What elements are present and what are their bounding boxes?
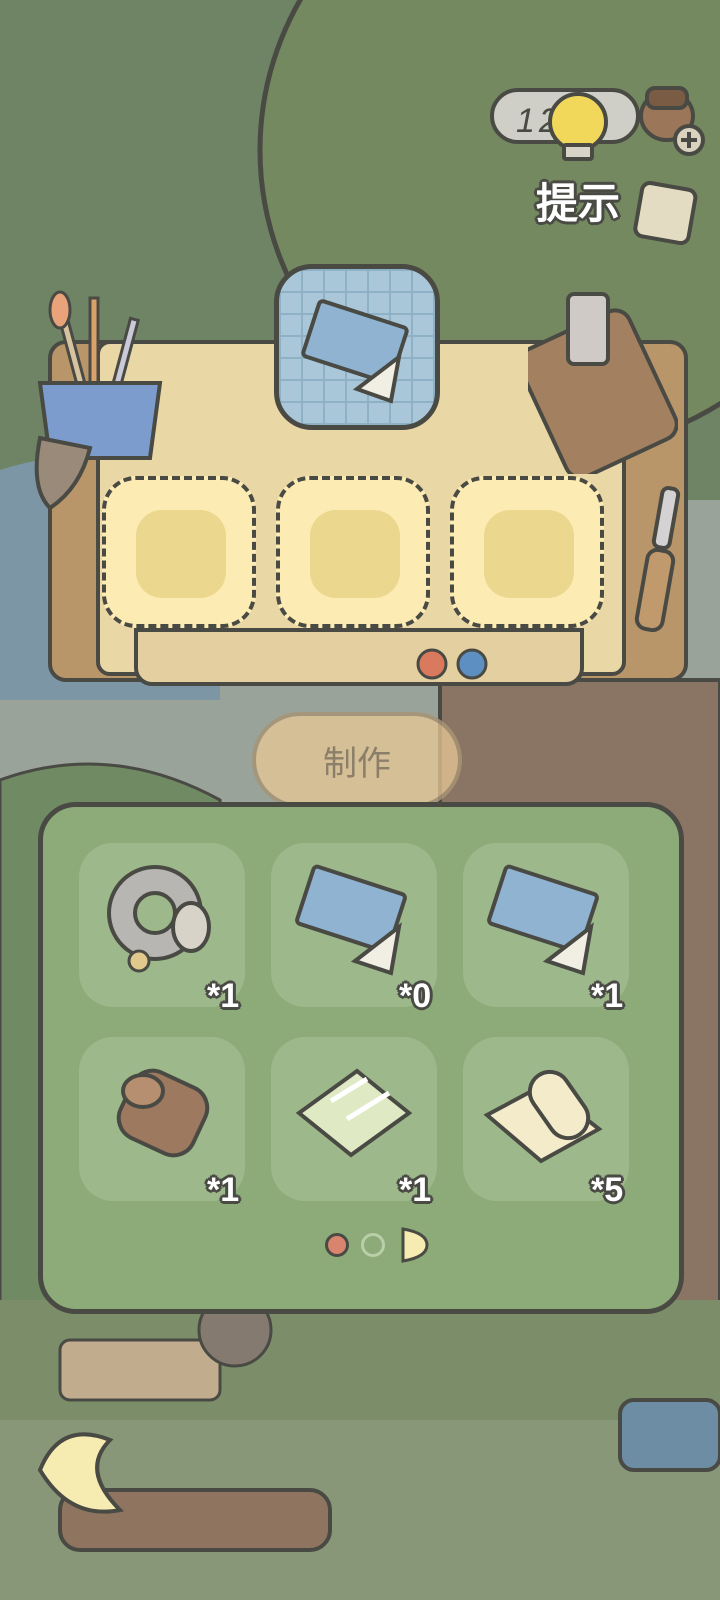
slot-placeholder-icon bbox=[136, 510, 226, 598]
blueprint-icon bbox=[301, 299, 409, 404]
page-dot-1[interactable] bbox=[325, 1233, 349, 1257]
item-count: *0 bbox=[399, 977, 432, 1015]
paint-balls-icon bbox=[416, 648, 488, 680]
inventory-item-log[interactable]: *1 bbox=[79, 1037, 245, 1209]
item-count: *1 bbox=[399, 1171, 432, 1209]
inventory-item-glass[interactable]: *1 bbox=[271, 1037, 437, 1209]
hint-label[interactable]: 提示 bbox=[536, 170, 620, 231]
hint-card-icon bbox=[633, 181, 698, 246]
page-dot-2[interactable] bbox=[361, 1233, 385, 1257]
crafting-slot-3[interactable] bbox=[450, 476, 604, 628]
craft-button[interactable]: 制作 bbox=[252, 712, 462, 808]
inventory-panel: *1 *0 *1 *1 *1 *5 bbox=[38, 802, 684, 1314]
inventory-item-blueprint[interactable]: *0 bbox=[271, 843, 437, 1015]
item-count: *5 bbox=[591, 1171, 624, 1209]
hand-plane-icon bbox=[528, 292, 678, 474]
slot-placeholder-icon bbox=[484, 510, 574, 598]
slot-placeholder-icon bbox=[310, 510, 400, 598]
lightbulb-base-icon bbox=[562, 143, 594, 161]
inventory-item-blueprint-2[interactable]: *1 bbox=[463, 843, 629, 1015]
item-count: *1 bbox=[207, 1171, 240, 1209]
target-recipe-blueprint[interactable] bbox=[274, 264, 440, 430]
page-next-icon[interactable] bbox=[399, 1227, 429, 1263]
chisel-icon bbox=[634, 486, 681, 633]
item-count: *1 bbox=[591, 977, 624, 1015]
craft-button-label: 制作 bbox=[323, 743, 391, 784]
crafting-slot-2[interactable] bbox=[276, 476, 430, 628]
acorn-add-icon[interactable] bbox=[635, 76, 705, 156]
crafting-slot-1[interactable] bbox=[102, 476, 256, 628]
inventory-item-gear[interactable]: *1 bbox=[79, 843, 245, 1015]
workbench-drawer bbox=[134, 628, 584, 686]
inventory-item-paper-scroll[interactable]: *5 bbox=[463, 1037, 629, 1209]
item-count: *1 bbox=[207, 977, 240, 1015]
